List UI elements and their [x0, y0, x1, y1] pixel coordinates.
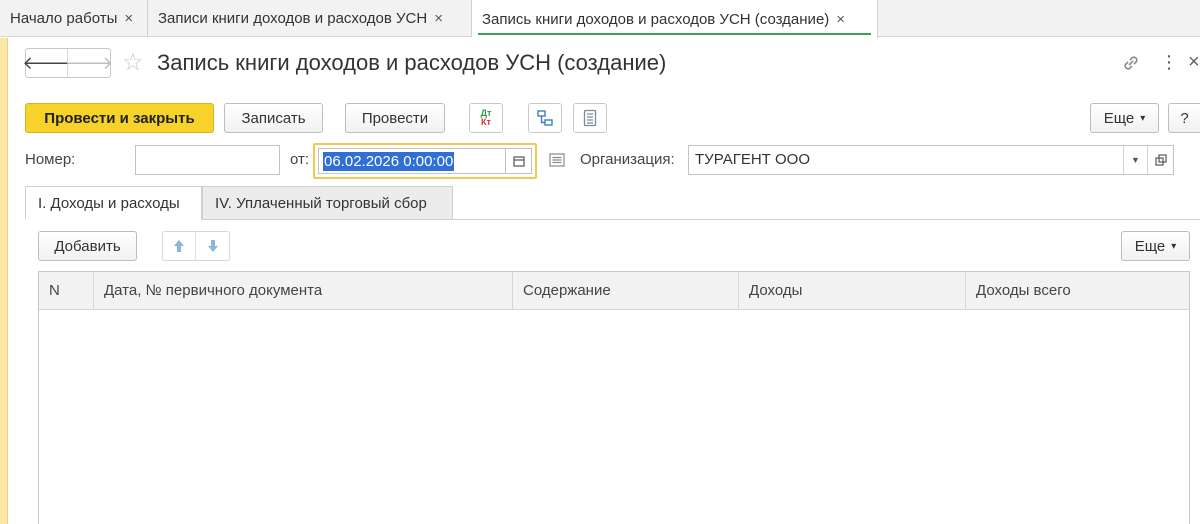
tab-label: Запись книги доходов и расходов УСН (соз… [482, 10, 830, 28]
structure-button[interactable] [528, 103, 562, 133]
close-icon[interactable]: × [836, 11, 845, 28]
date-label: от: [290, 151, 310, 168]
more-label: Еще [1134, 237, 1166, 255]
column-header-income-total[interactable]: Доходы всего [965, 272, 1191, 310]
date-value: 06.02.2026 0:00:00 [323, 152, 455, 171]
date-field-focused[interactable]: 06.02.2026 0:00:00 [313, 143, 537, 179]
column-header-income[interactable]: Доходы [738, 272, 965, 310]
calendar-icon [512, 156, 525, 167]
organization-value: ТУРАГЕНТ ООО [695, 151, 810, 168]
forward-arrow-icon[interactable]: 🡒 [65, 49, 113, 77]
tab-records-list[interactable]: Записи книги доходов и расходов УСН × [148, 0, 472, 37]
number-label: Номер: [25, 151, 76, 168]
open-form-icon[interactable] [1147, 146, 1173, 174]
number-input[interactable] [135, 145, 280, 175]
date-input[interactable]: 06.02.2026 0:00:00 [318, 148, 532, 174]
close-icon[interactable]: × [1188, 50, 1200, 74]
move-buttons [162, 231, 230, 261]
back-arrow-icon[interactable]: 🡐 [22, 49, 71, 77]
save-button[interactable]: Записать [224, 103, 323, 133]
report-button[interactable] [573, 103, 607, 133]
kebab-icon[interactable]: ⋮ [1160, 50, 1178, 74]
records-table[interactable]: N Дата, № первичного документа Содержани… [38, 271, 1190, 524]
organization-field[interactable]: ТУРАГЕНТ ООО ▼ [688, 145, 1174, 175]
table-header: N Дата, № первичного документа Содержани… [39, 272, 1189, 310]
column-header-content[interactable]: Содержание [512, 272, 738, 310]
left-accent-strip [0, 38, 8, 524]
calendar-button[interactable] [505, 149, 531, 173]
link-icon[interactable] [1120, 52, 1142, 74]
tab-home[interactable]: Начало работы × [0, 0, 148, 37]
tab-label: Записи книги доходов и расходов УСН [158, 10, 428, 27]
chevron-down-icon: ▾ [1140, 112, 1146, 124]
dt-kt-button[interactable]: Дт Кт [469, 103, 503, 133]
star-icon[interactable]: ☆ [122, 49, 144, 77]
tab-income-expenses[interactable]: I. Доходы и расходы [25, 186, 202, 220]
report-icon [583, 109, 597, 127]
page-title: Запись книги доходов и расходов УСН (соз… [157, 50, 667, 75]
more-button[interactable]: Еще ▾ [1090, 103, 1159, 133]
history-navigation: 🡐 🡒 [22, 48, 113, 78]
chevron-down-icon[interactable]: ▼ [1123, 146, 1147, 174]
table-more-button[interactable]: Еще ▾ [1121, 231, 1190, 261]
close-icon[interactable]: × [124, 10, 133, 27]
close-icon[interactable]: × [434, 10, 443, 27]
more-label: Еще [1103, 109, 1135, 127]
tab-bar: Начало работы × Записи книги доходов и р… [0, 0, 1200, 38]
arrow-down-icon[interactable] [196, 232, 229, 260]
organization-label: Организация: [580, 151, 675, 168]
arrow-up-icon[interactable] [163, 232, 197, 260]
chevron-down-icon: ▾ [1171, 240, 1177, 252]
column-header-n[interactable]: N [39, 272, 93, 310]
structure-icon [537, 110, 553, 126]
add-button[interactable]: Добавить [38, 231, 137, 261]
post-button[interactable]: Провести [345, 103, 445, 133]
tab-record-create[interactable]: Запись книги доходов и расходов УСН (соз… [472, 0, 878, 38]
tab-label: Начало работы [10, 10, 118, 27]
post-and-close-button[interactable]: Провести и закрыть [25, 103, 214, 133]
document-icon[interactable] [549, 153, 565, 167]
help-button[interactable]: ? [1168, 103, 1200, 133]
column-header-date-doc[interactable]: Дата, № первичного документа [93, 272, 512, 310]
dt-kt-icon: Дт Кт [480, 108, 492, 127]
tab-trade-fee[interactable]: IV. Уплаченный торговый сбор [202, 186, 453, 220]
